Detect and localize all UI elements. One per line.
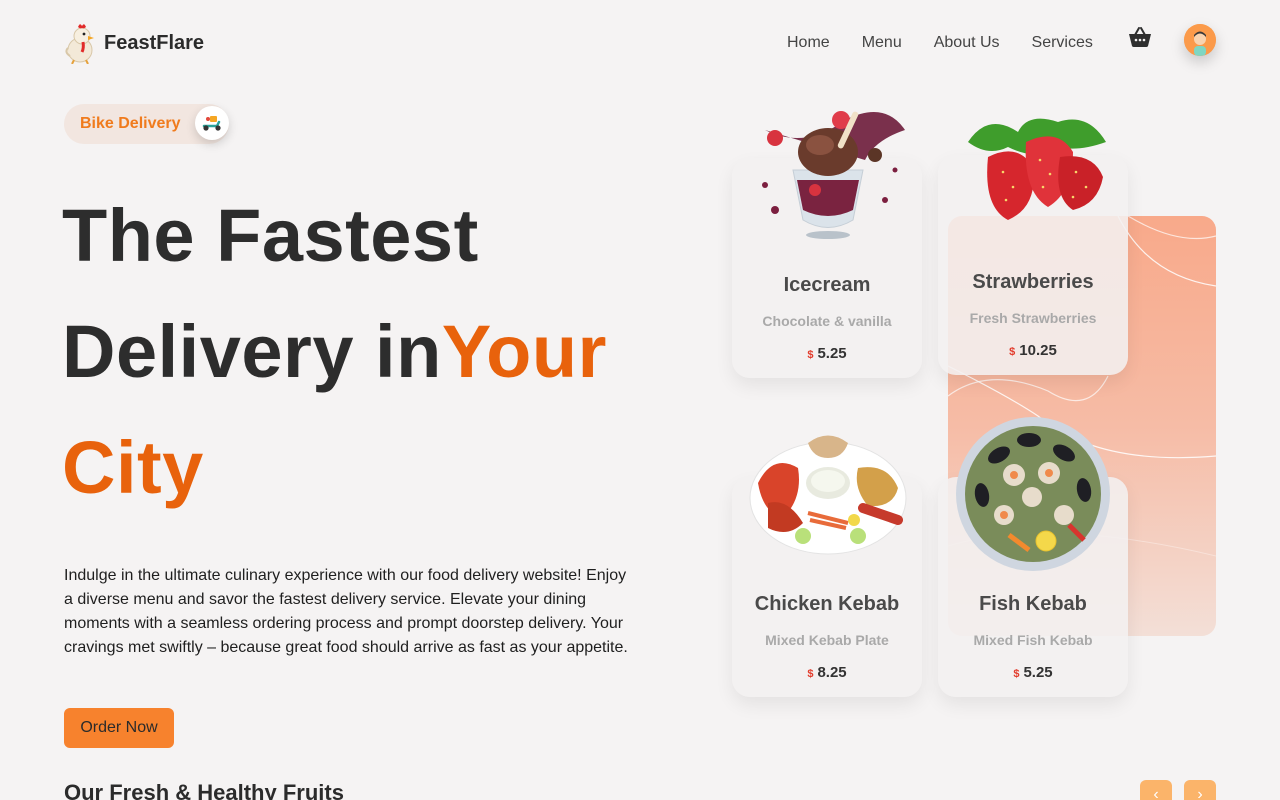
- price-value: 5.25: [817, 345, 847, 362]
- product-desc: Fresh Strawberries: [969, 310, 1097, 326]
- hero-title-accent-your: Your: [441, 310, 607, 393]
- product-price: $10.25: [938, 342, 1128, 359]
- nav-services[interactable]: Services: [1032, 34, 1093, 52]
- carousel-next-button[interactable]: ›: [1184, 780, 1216, 800]
- chicken-mascot-icon: [65, 24, 94, 64]
- user-avatar[interactable]: [1184, 24, 1216, 56]
- product-name: Chicken Kebab: [754, 593, 900, 615]
- hero-title: The Fastest Delivery inYour City: [62, 178, 607, 526]
- order-now-button[interactable]: Order Now: [64, 708, 174, 748]
- bike-delivery-badge: Bike Delivery: [64, 104, 229, 144]
- currency-symbol: $: [807, 349, 814, 361]
- strawberries-image: [968, 118, 1106, 220]
- product-desc: Mixed Fish Kebab: [973, 632, 1093, 648]
- hero-title-line2: Delivery in: [62, 310, 442, 393]
- currency-symbol: $: [807, 668, 814, 680]
- nav-menu[interactable]: Menu: [862, 34, 902, 52]
- carousel-prev-button[interactable]: ‹: [1140, 780, 1172, 800]
- product-price: $5.25: [732, 345, 922, 362]
- basket-icon[interactable]: [1128, 26, 1152, 48]
- product-desc: Mixed Kebab Plate: [765, 632, 889, 648]
- chicken-kebab-image: [749, 435, 907, 555]
- brand-logo[interactable]: FeastFlare: [62, 22, 204, 64]
- currency-symbol: $: [1009, 346, 1016, 358]
- product-name: Fish Kebab: [979, 593, 1087, 615]
- hero-title-line1: The Fastest: [62, 194, 479, 277]
- badge-label: Bike Delivery: [80, 115, 181, 132]
- nav-home[interactable]: Home: [787, 34, 830, 52]
- avatar-icon: [1184, 24, 1216, 56]
- product-price: $5.25: [938, 664, 1128, 681]
- site-header: FeastFlare Home Menu About Us Services: [0, 0, 1280, 88]
- price-value: 5.25: [1023, 664, 1053, 681]
- icecream-image: [762, 111, 905, 239]
- product-price: $8.25: [732, 664, 922, 681]
- hero-description: Indulge in the ultimate culinary experie…: [64, 567, 628, 656]
- product-desc: Chocolate & vanilla: [762, 313, 892, 329]
- fish-kebab-image: [956, 417, 1110, 571]
- main-nav: Home Menu About Us Services: [787, 34, 1093, 52]
- price-value: 10.25: [1019, 342, 1057, 359]
- nav-about-us[interactable]: About Us: [934, 34, 1000, 52]
- product-name: Strawberries: [972, 271, 1094, 293]
- price-value: 8.25: [817, 664, 847, 681]
- product-name: Icecream: [783, 274, 871, 296]
- brand-name: FeastFlare: [104, 31, 205, 54]
- currency-symbol: $: [1013, 668, 1020, 680]
- scooter-icon: [194, 106, 229, 140]
- fruits-section-title: Our Fresh & Healthy Fruits: [64, 780, 344, 800]
- hero-title-accent-city: City: [62, 426, 204, 509]
